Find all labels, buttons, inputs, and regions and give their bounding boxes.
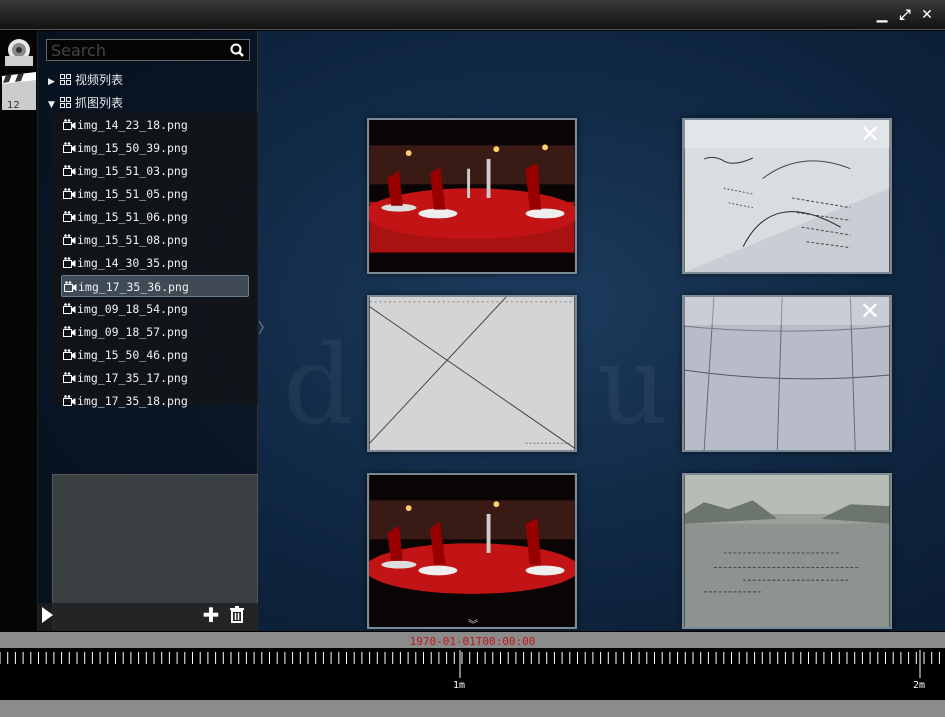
- file-list-item[interactable]: img_09_18_54.png: [61, 298, 249, 320]
- snapshot-thumbnail[interactable]: [682, 473, 892, 629]
- search-icon[interactable]: [229, 42, 245, 58]
- tree-node-snapshot-list[interactable]: ▼ 抓图列表: [48, 94, 123, 112]
- search-box: [46, 39, 250, 61]
- camera-icon: [63, 349, 76, 360]
- minimize-icon[interactable]: ▁: [873, 6, 891, 24]
- file-list-item[interactable]: img_17_35_18.png: [61, 390, 249, 412]
- tree-node-video-list[interactable]: ▶ 视频列表: [48, 71, 123, 89]
- tick-label: 2m: [913, 680, 926, 691]
- floor-tiles-image: [369, 297, 575, 450]
- tree-node-label: 抓图列表: [75, 96, 124, 110]
- expand-arrow-icon[interactable]: ▶: [48, 77, 60, 87]
- snapshot-thumbnail[interactable]: [367, 118, 577, 274]
- file-list-item[interactable]: img_15_51_06.png: [61, 206, 249, 228]
- camera-icon: [63, 395, 76, 406]
- banquet-image: [369, 475, 575, 627]
- camera-icon: [63, 165, 76, 176]
- panel-collapse-handle[interactable]: 〉: [258, 318, 272, 344]
- current-time-label: 1970-01-01T00:00:00: [409, 635, 536, 648]
- file-list-item[interactable]: img_15_50_39.png: [61, 137, 249, 159]
- file-list-item[interactable]: img_14_30_35.png: [61, 252, 249, 274]
- grid-icon: [60, 97, 71, 108]
- camera-icon: [63, 326, 76, 337]
- camera-icon: [63, 211, 76, 222]
- grid-icon: [60, 74, 71, 85]
- close-icon: ✕: [859, 120, 880, 148]
- file-list-item[interactable]: img_15_51_08.png: [61, 229, 249, 251]
- thumbnail-close-button[interactable]: ✕: [684, 120, 890, 148]
- timeline-bar: 1970-01-01T00:00:00 1m 2m: [0, 632, 945, 717]
- file-list-item[interactable]: img_15_50_46.png: [61, 344, 249, 366]
- plus-icon[interactable]: ✚: [202, 605, 220, 625]
- file-list-item[interactable]: img_15_51_05.png: [61, 183, 249, 205]
- file-list-item[interactable]: img_14_23_18.png: [61, 114, 249, 136]
- camera-icon: [64, 281, 77, 292]
- file-list-item[interactable]: img_17_35_17.png: [61, 367, 249, 389]
- tree-node-label: 视频列表: [75, 73, 124, 87]
- snapshot-thumbnail[interactable]: [367, 473, 577, 629]
- file-list-item-selected[interactable]: img_17_35_36.png: [61, 275, 249, 297]
- camera-icon: [63, 142, 76, 153]
- chevron-down-icon[interactable]: ︾: [463, 621, 483, 631]
- camera-clapper-icon[interactable]: 12: [0, 34, 38, 116]
- file-list-item[interactable]: img_15_51_03.png: [61, 160, 249, 182]
- play-icon[interactable]: [42, 607, 53, 623]
- camera-icon: [63, 188, 76, 199]
- snapshot-file-list: img_14_23_18.png img_15_50_39.png img_15…: [52, 113, 258, 408]
- file-list-item[interactable]: img_09_18_57.png: [61, 321, 249, 343]
- timeline-ruler[interactable]: 1m 2m: [0, 648, 945, 700]
- collapse-arrow-icon[interactable]: ▼: [48, 100, 60, 110]
- camera-icon: [63, 303, 76, 314]
- camera-icon: [63, 119, 76, 130]
- snapshot-thumbnail[interactable]: [367, 295, 577, 452]
- svg-text:12: 12: [7, 100, 20, 111]
- left-toolbar: 12: [0, 31, 38, 631]
- thumbnail-close-button[interactable]: ✕: [684, 297, 890, 325]
- river-landscape-image: [684, 475, 890, 627]
- camera-icon: [63, 257, 76, 268]
- banquet-image: [369, 120, 575, 272]
- close-icon: ✕: [859, 297, 880, 325]
- title-bar: ▁ ⤢ ✕: [0, 0, 945, 30]
- panel-bottom-toolbar: ✚: [38, 603, 258, 631]
- close-icon[interactable]: ✕: [918, 6, 936, 24]
- snapshot-thumbnail[interactable]: ✕: [682, 295, 892, 452]
- camera-icon: [63, 372, 76, 383]
- camera-icon: [63, 234, 76, 245]
- trash-icon[interactable]: [228, 605, 246, 625]
- timeline-ticks: [0, 650, 940, 678]
- tick-label: 1m: [453, 680, 466, 691]
- search-input[interactable]: [51, 41, 221, 59]
- snapshot-thumbnail[interactable]: ✕: [682, 118, 892, 274]
- maximize-icon[interactable]: ⤢: [896, 6, 914, 24]
